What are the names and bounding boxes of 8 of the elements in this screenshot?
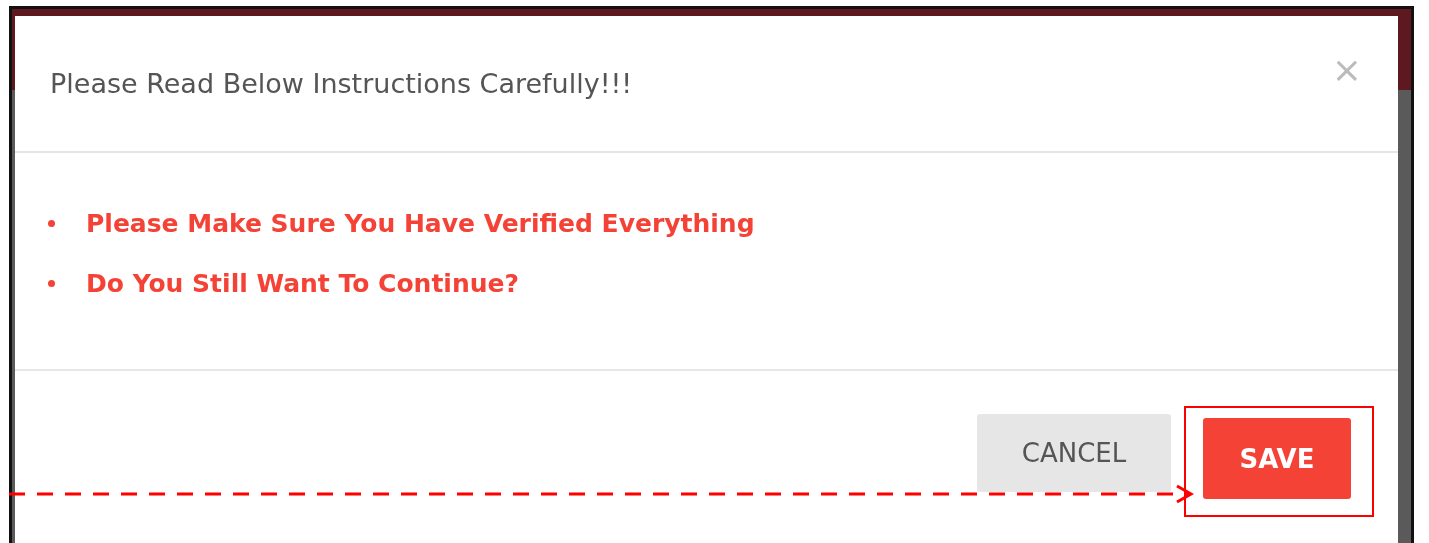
bullet-dot [48, 279, 55, 287]
instruction-text: Do You Still Want To Continue? [86, 268, 519, 298]
bullet-dot [48, 219, 55, 227]
close-button[interactable]: × [1331, 52, 1362, 88]
instruction-text: Please Make Sure You Have Verified Everything [86, 208, 755, 238]
save-button[interactable]: SAVE [1203, 418, 1351, 499]
cancel-button[interactable]: CANCEL [977, 414, 1171, 492]
dialog-title: Please Read Below Instructions Carefully!!! [50, 68, 633, 99]
